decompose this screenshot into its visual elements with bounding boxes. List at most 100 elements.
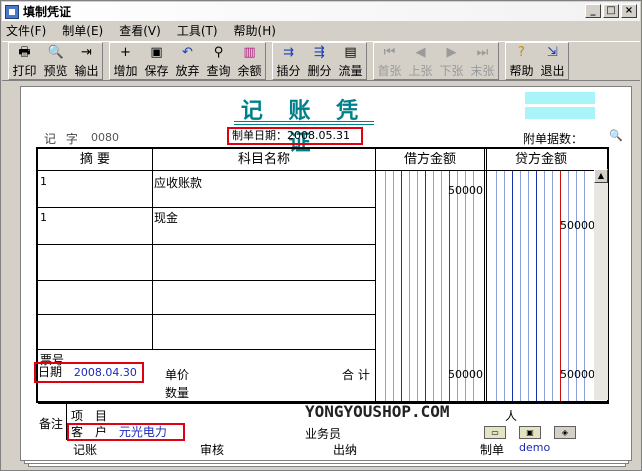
title-bar: 填制凭证 _ □ × bbox=[2, 2, 640, 21]
bill-date-value: 2008.04.30 bbox=[73, 366, 137, 379]
print-icon: 🖶 bbox=[18, 45, 31, 60]
help-button[interactable]: ? 帮助 bbox=[506, 43, 537, 79]
col-summary-header: 摘 要 bbox=[79, 152, 111, 167]
custom-field-1[interactable] bbox=[525, 92, 595, 104]
next-button[interactable]: ▶ 下张 bbox=[436, 43, 467, 79]
insert-row-button[interactable]: ⇉ 插分 bbox=[273, 43, 304, 79]
prev-button[interactable]: ◀ 上张 bbox=[405, 43, 436, 79]
row2-credit[interactable]: 50000 bbox=[560, 219, 595, 232]
window-title: 填制凭证 bbox=[23, 5, 72, 19]
minimize-button[interactable]: _ bbox=[585, 4, 601, 18]
title-underline bbox=[234, 121, 374, 125]
row1-debit[interactable]: 50000 bbox=[448, 184, 483, 197]
scroll-up-arrow-icon[interactable]: ▲ bbox=[594, 169, 608, 183]
maker-value: demo bbox=[519, 441, 551, 454]
menu-file[interactable]: 文件(F) bbox=[6, 22, 46, 39]
row1-summary[interactable]: 1 bbox=[40, 175, 47, 188]
exit-icon: ⇲ bbox=[547, 45, 558, 60]
qty-label: 数量 bbox=[165, 386, 190, 400]
doc-stack-shadow bbox=[28, 464, 626, 467]
cashier-label: 出纳 bbox=[333, 443, 358, 457]
export-icon: ⇥ bbox=[81, 45, 92, 60]
add-button[interactable]: + 增加 bbox=[110, 43, 141, 79]
project-label: 项 目 bbox=[71, 409, 108, 423]
watermark: YONGYOUSHOP.COM bbox=[305, 402, 450, 421]
undo-icon: ↶ bbox=[182, 45, 193, 60]
print-button[interactable]: 🖶 打印 bbox=[9, 43, 40, 79]
first-button[interactable]: ⏮ 首张 bbox=[374, 43, 405, 79]
maker-label: 制单 bbox=[480, 443, 505, 457]
next-icon: ▶ bbox=[446, 45, 457, 60]
col-account-header: 科目名称 bbox=[237, 152, 290, 167]
person-label: 人 bbox=[505, 409, 518, 423]
last-button[interactable]: ⏭ 末张 bbox=[467, 43, 498, 79]
preview-button[interactable]: 🔍 预览 bbox=[40, 43, 71, 79]
magnifier-icon[interactable]: 🔍 bbox=[609, 129, 623, 142]
help-icon: ? bbox=[518, 45, 525, 60]
total-debit: 50000 bbox=[448, 368, 483, 381]
preview-icon: 🔍 bbox=[47, 45, 64, 60]
discard-button[interactable]: ↶ 放弃 bbox=[172, 43, 203, 79]
lookup-icon[interactable]: ◈ bbox=[554, 426, 576, 439]
salesman-label: 业务员 bbox=[305, 427, 342, 441]
menu-view[interactable]: 查看(V) bbox=[119, 22, 161, 39]
custom-field-2[interactable] bbox=[525, 107, 595, 119]
close-button[interactable]: × bbox=[621, 4, 637, 18]
toolbar-group-rows: ⇉ 插分 ⇶ 删分 ▤ 流量 bbox=[272, 42, 367, 80]
voucher-type-label[interactable]: 记 字 bbox=[44, 130, 81, 147]
save-icon: ▣ bbox=[150, 45, 163, 60]
exit-button[interactable]: ⇲ 退出 bbox=[537, 43, 568, 79]
bill-date[interactable]: 日期 2008.04.30 bbox=[34, 362, 144, 383]
total-credit: 50000 bbox=[560, 368, 595, 381]
bookkeeper-label: 记账 bbox=[73, 443, 98, 457]
row2-summary[interactable]: 1 bbox=[40, 211, 47, 224]
card-icon[interactable]: ▭ bbox=[484, 426, 506, 439]
bill-date-label: 日期 bbox=[38, 365, 63, 379]
delete-row-icon: ⇶ bbox=[314, 45, 325, 60]
customer-field[interactable]: 客 户 元光电力 bbox=[67, 423, 185, 441]
col-credit-header: 贷方金额 bbox=[514, 152, 567, 167]
voucher-number: 0080 bbox=[91, 131, 119, 144]
row1-account[interactable]: 应收账款 bbox=[154, 174, 202, 191]
voucher-title: 记 账 凭 证 bbox=[240, 98, 368, 156]
auditor-label: 审核 bbox=[200, 443, 225, 457]
row2-account[interactable]: 现金 bbox=[154, 209, 178, 226]
col-debit-header: 借方金额 bbox=[403, 152, 456, 167]
toolbar-group-output: 🖶 打印 🔍 预览 ⇥ 输出 bbox=[8, 42, 103, 80]
menu-tools[interactable]: 工具(T) bbox=[177, 22, 218, 39]
add-icon: + bbox=[120, 45, 131, 60]
remark-label: 备注 bbox=[39, 417, 64, 431]
insert-row-icon: ⇉ bbox=[283, 45, 294, 60]
balance-chart-icon: ▥ bbox=[243, 45, 256, 60]
toolbar-group-misc: ? 帮助 ⇲ 退出 bbox=[505, 42, 569, 80]
query-button[interactable]: ⚲ 查询 bbox=[203, 43, 234, 79]
voucher-window: 填制凭证 _ □ × 文件(F) 制单(E) 查看(V) 工具(T) 帮助(H)… bbox=[0, 0, 642, 471]
doc-stack-shadow bbox=[24, 461, 629, 464]
customer-label: 客 户 bbox=[71, 425, 108, 439]
app-icon bbox=[5, 4, 19, 19]
ledger-icon[interactable]: ▣ bbox=[519, 426, 541, 439]
customer-value: 元光电力 bbox=[118, 425, 167, 439]
grid-scrollbar[interactable]: ▲ bbox=[594, 169, 608, 400]
menu-voucher[interactable]: 制单(E) bbox=[62, 22, 103, 39]
voucher-date[interactable]: 制单日期：2008.05.31 bbox=[227, 127, 363, 145]
cashflow-icon: ▤ bbox=[344, 45, 357, 60]
cashflow-button[interactable]: ▤ 流量 bbox=[335, 43, 366, 79]
maximize-button[interactable]: □ bbox=[603, 4, 619, 18]
attachment-count-label: 附单据数： bbox=[523, 132, 584, 146]
first-icon: ⏮ bbox=[383, 45, 396, 60]
export-button[interactable]: ⇥ 输出 bbox=[71, 43, 102, 79]
binoculars-icon: ⚲ bbox=[213, 45, 224, 60]
toolbar-group-edit: + 增加 ▣ 保存 ↶ 放弃 ⚲ 查询 ▥ 余额 bbox=[109, 42, 266, 80]
prev-icon: ◀ bbox=[415, 45, 426, 60]
save-button[interactable]: ▣ 保存 bbox=[141, 43, 172, 79]
toolbar: 🖶 打印 🔍 预览 ⇥ 输出 + 增加 ▣ 保存 ↶ 放弃 ⚲ 查询 ▥ 余额 ⇉ 插分 ⇶ 删分 … bbox=[2, 41, 640, 81]
delete-row-button[interactable]: ⇶ 删分 bbox=[304, 43, 335, 79]
unit-price-label: 单价 bbox=[165, 368, 190, 382]
last-icon: ⏭ bbox=[476, 45, 489, 60]
menu-bar: 文件(F) 制单(E) 查看(V) 工具(T) 帮助(H) bbox=[2, 21, 640, 40]
balance-button[interactable]: ▥ 余额 bbox=[234, 43, 265, 79]
toolbar-group-nav: ⏮ 首张 ◀ 上张 ▶ 下张 ⏭ 末张 bbox=[373, 42, 499, 80]
total-label: 合 计 bbox=[342, 368, 370, 382]
menu-help[interactable]: 帮助(H) bbox=[234, 22, 276, 39]
